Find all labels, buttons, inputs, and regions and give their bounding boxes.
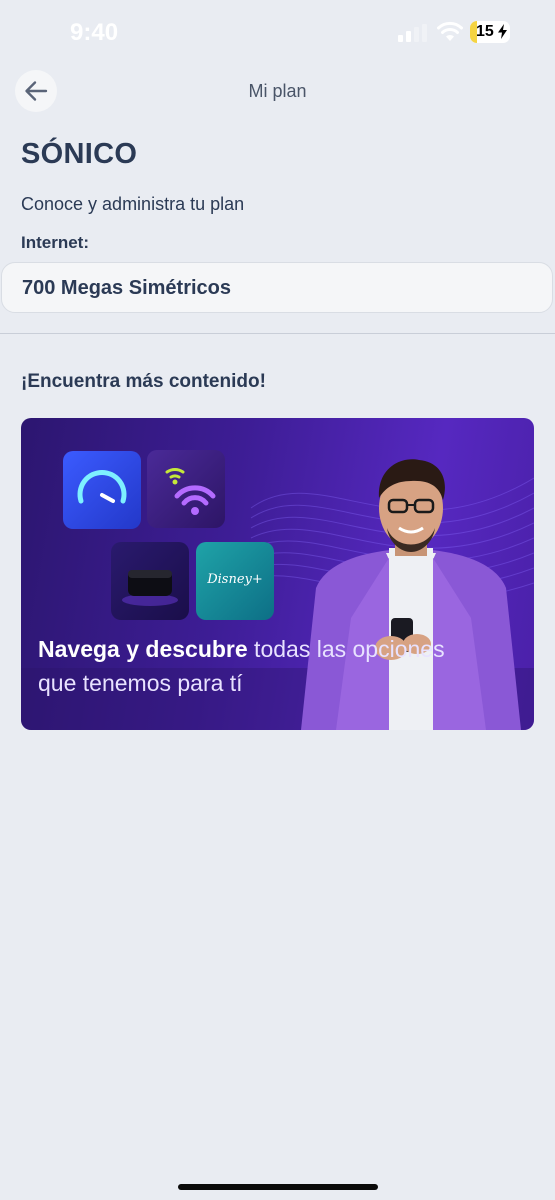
tv-box-icon — [122, 570, 178, 606]
charging-bolt-icon — [498, 24, 507, 39]
promo-banner[interactable]: Disney+ Navega y descubre todas las opci… — [21, 418, 534, 730]
tv-box-tile — [111, 542, 189, 620]
promo-text: Navega y descubre todas las opciones que… — [38, 632, 478, 700]
status-bar: 9:40 15 — [0, 0, 555, 66]
cellular-signal-icon — [398, 24, 427, 42]
wifi-signal-icon — [165, 467, 216, 515]
battery-percentage: 15 — [476, 23, 494, 40]
speed-tile — [63, 451, 141, 529]
internet-label: Internet: — [21, 233, 89, 252]
section-divider — [0, 333, 555, 334]
disney-plus-logo: Disney+ — [207, 572, 263, 587]
navigation-bar: Mi plan — [0, 66, 555, 118]
internet-plan-value: 700 Megas Simétricos — [22, 277, 231, 299]
wifi-icon — [437, 21, 463, 41]
status-time: 9:40 — [70, 19, 119, 46]
speedometer-icon — [77, 469, 127, 504]
promo-bold-text: Navega y descubre — [38, 636, 248, 662]
plan-name-heading: SÓNICO — [21, 138, 138, 170]
plan-subtitle: Conoce y administra tu plan — [21, 194, 245, 214]
wifi-tile — [147, 450, 225, 528]
disney-plus-tile: Disney+ — [196, 542, 274, 620]
home-indicator[interactable] — [178, 1184, 378, 1190]
internet-plan-field: 700 Megas Simétricos — [1, 262, 553, 313]
battery-indicator: 15 — [470, 21, 510, 43]
page-title: Mi plan — [248, 81, 307, 101]
more-content-heading: ¡Encuentra más contenido! — [21, 371, 266, 392]
